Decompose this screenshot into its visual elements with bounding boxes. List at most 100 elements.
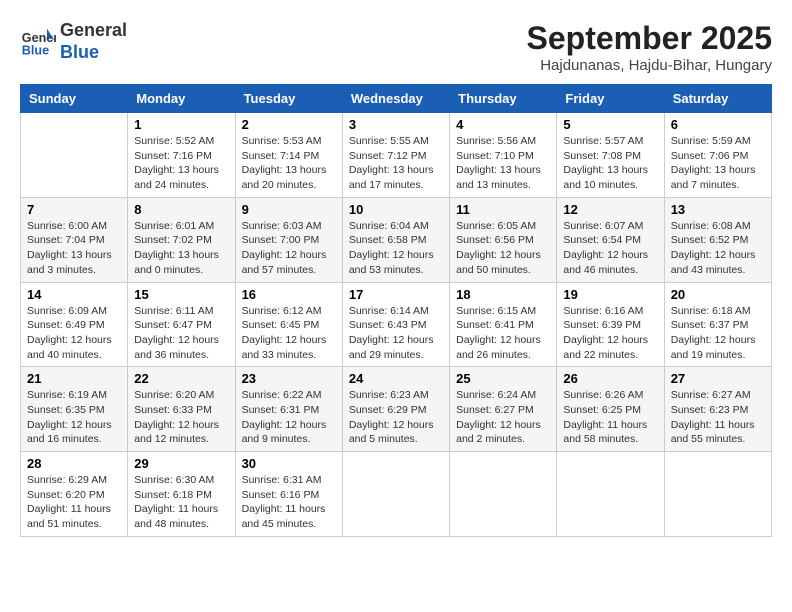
day-info: Sunrise: 6:04 AMSunset: 6:58 PMDaylight:… [349,219,443,278]
day-number: 21 [27,371,121,386]
day-number: 22 [134,371,228,386]
calendar-header-thursday: Thursday [450,85,557,113]
calendar-cell: 7Sunrise: 6:00 AMSunset: 7:04 PMDaylight… [21,197,128,282]
day-number: 28 [27,456,121,471]
day-number: 1 [134,117,228,132]
calendar-header-monday: Monday [128,85,235,113]
day-info: Sunrise: 6:20 AMSunset: 6:33 PMDaylight:… [134,388,228,447]
day-info: Sunrise: 6:31 AMSunset: 6:16 PMDaylight:… [242,473,336,532]
calendar-cell: 26 Sunrise: 6:26 AMSunset: 6:25 PMDayligh… [557,367,664,452]
calendar-cell: 8 Sunrise: 6:01 AMSunset: 7:02 PMDaylight… [128,197,235,282]
logo-text: General Blue [60,20,127,63]
calendar-week-1: 1 Sunrise: 5:52 AMSunset: 7:16 PMDaylight… [21,113,772,198]
calendar-cell: 19 Sunrise: 6:16 AMSunset: 6:39 PMDayligh… [557,282,664,367]
calendar-cell: 24 Sunrise: 6:23 AMSunset: 6:29 PMDayligh… [342,367,449,452]
calendar-cell: 2 Sunrise: 5:53 AMSunset: 7:14 PMDaylight… [235,113,342,198]
calendar-cell: 15 Sunrise: 6:11 AMSunset: 6:47 PMDayligh… [128,282,235,367]
day-info: Sunrise: 6:14 AMSunset: 6:43 PMDaylight:… [349,304,443,363]
day-number: 13 [671,202,765,217]
logo-blue: Blue [60,42,99,62]
day-number: 4 [456,117,550,132]
day-number: 20 [671,287,765,302]
day-number: 3 [349,117,443,132]
day-info: Sunrise: 5:55 AMSunset: 7:12 PMDaylight:… [349,134,443,193]
day-number: 27 [671,371,765,386]
calendar-cell: 18 Sunrise: 6:15 AMSunset: 6:41 PMDayligh… [450,282,557,367]
title-block: September 2025 Hajdunanas, Hajdu-Bihar, … [527,20,772,74]
calendar-cell: 23 Sunrise: 6:22 AMSunset: 6:31 PMDayligh… [235,367,342,452]
day-info: Sunrise: 6:23 AMSunset: 6:29 PMDaylight:… [349,388,443,447]
calendar-cell [21,113,128,198]
calendar-cell: 6Sunrise: 5:59 AMSunset: 7:06 PMDaylight… [664,113,771,198]
calendar-cell: 22 Sunrise: 6:20 AMSunset: 6:33 PMDayligh… [128,367,235,452]
calendar-cell: 21 Sunrise: 6:19 AMSunset: 6:35 PMDayligh… [21,367,128,452]
day-info: Sunrise: 5:52 AMSunset: 7:16 PMDaylight:… [134,134,228,193]
day-number: 24 [349,371,443,386]
day-number: 9 [242,202,336,217]
calendar-cell: 29Sunrise: 6:30 AMSunset: 6:18 PMDayligh… [128,452,235,537]
day-info: Sunrise: 6:27 AMSunset: 6:23 PMDaylight:… [671,388,765,447]
day-info: Sunrise: 6:26 AMSunset: 6:25 PMDaylight:… [563,388,657,447]
day-info: Sunrise: 5:53 AMSunset: 7:14 PMDaylight:… [242,134,336,193]
day-number: 19 [563,287,657,302]
day-number: 2 [242,117,336,132]
day-number: 29 [134,456,228,471]
day-number: 15 [134,287,228,302]
calendar-header-row: SundayMondayTuesdayWednesdayThursdayFrid… [21,85,772,113]
calendar-cell: 5 Sunrise: 5:57 AMSunset: 7:08 PMDaylight… [557,113,664,198]
day-info: Sunrise: 6:15 AMSunset: 6:41 PMDaylight:… [456,304,550,363]
day-info: Sunrise: 6:18 AMSunset: 6:37 PMDaylight:… [671,304,765,363]
calendar-week-2: 7Sunrise: 6:00 AMSunset: 7:04 PMDaylight… [21,197,772,282]
day-info: Sunrise: 5:56 AMSunset: 7:10 PMDaylight:… [456,134,550,193]
logo: General Blue General Blue [20,20,127,63]
day-info: Sunrise: 5:57 AMSunset: 7:08 PMDaylight:… [563,134,657,193]
calendar-cell: 14Sunrise: 6:09 AMSunset: 6:49 PMDayligh… [21,282,128,367]
calendar-table: SundayMondayTuesdayWednesdayThursdayFrid… [20,84,772,537]
logo-icon: General Blue [20,24,56,60]
calendar-cell: 27 Sunrise: 6:27 AMSunset: 6:23 PMDayligh… [664,367,771,452]
day-info: Sunrise: 6:07 AMSunset: 6:54 PMDaylight:… [563,219,657,278]
day-number: 8 [134,202,228,217]
day-info: Sunrise: 6:29 AMSunset: 6:20 PMDaylight:… [27,473,121,532]
calendar-cell: 3 Sunrise: 5:55 AMSunset: 7:12 PMDaylight… [342,113,449,198]
day-info: Sunrise: 6:24 AMSunset: 6:27 PMDaylight:… [456,388,550,447]
calendar-cell: 10 Sunrise: 6:04 AMSunset: 6:58 PMDayligh… [342,197,449,282]
day-info: Sunrise: 6:19 AMSunset: 6:35 PMDaylight:… [27,388,121,447]
day-number: 23 [242,371,336,386]
day-number: 12 [563,202,657,217]
calendar-header-saturday: Saturday [664,85,771,113]
day-info: Sunrise: 6:11 AMSunset: 6:47 PMDaylight:… [134,304,228,363]
calendar-header-wednesday: Wednesday [342,85,449,113]
day-number: 18 [456,287,550,302]
calendar-cell: 17 Sunrise: 6:14 AMSunset: 6:43 PMDayligh… [342,282,449,367]
calendar-cell: 12 Sunrise: 6:07 AMSunset: 6:54 PMDayligh… [557,197,664,282]
day-info: Sunrise: 6:03 AMSunset: 7:00 PMDaylight:… [242,219,336,278]
month-title: September 2025 [527,20,772,57]
calendar-cell: 9 Sunrise: 6:03 AMSunset: 7:00 PMDaylight… [235,197,342,282]
calendar-week-4: 21 Sunrise: 6:19 AMSunset: 6:35 PMDayligh… [21,367,772,452]
day-info: Sunrise: 6:22 AMSunset: 6:31 PMDaylight:… [242,388,336,447]
day-number: 10 [349,202,443,217]
calendar-cell: 11Sunrise: 6:05 AMSunset: 6:56 PMDayligh… [450,197,557,282]
day-number: 26 [563,371,657,386]
day-number: 16 [242,287,336,302]
calendar-cell [342,452,449,537]
day-number: 6 [671,117,765,132]
day-number: 5 [563,117,657,132]
day-info: Sunrise: 6:01 AMSunset: 7:02 PMDaylight:… [134,219,228,278]
calendar-cell: 30 Sunrise: 6:31 AMSunset: 6:16 PMDayligh… [235,452,342,537]
calendar-cell: 28 Sunrise: 6:29 AMSunset: 6:20 PMDayligh… [21,452,128,537]
calendar-cell [450,452,557,537]
calendar-cell: 16 Sunrise: 6:12 AMSunset: 6:45 PMDayligh… [235,282,342,367]
calendar-cell [557,452,664,537]
svg-text:Blue: Blue [22,43,49,57]
day-info: Sunrise: 6:16 AMSunset: 6:39 PMDaylight:… [563,304,657,363]
calendar-header-sunday: Sunday [21,85,128,113]
calendar-header-tuesday: Tuesday [235,85,342,113]
day-number: 30 [242,456,336,471]
day-info: Sunrise: 6:12 AMSunset: 6:45 PMDaylight:… [242,304,336,363]
day-number: 7 [27,202,121,217]
location: Hajdunanas, Hajdu-Bihar, Hungary [527,57,772,74]
logo-general: General [60,20,127,40]
day-number: 17 [349,287,443,302]
